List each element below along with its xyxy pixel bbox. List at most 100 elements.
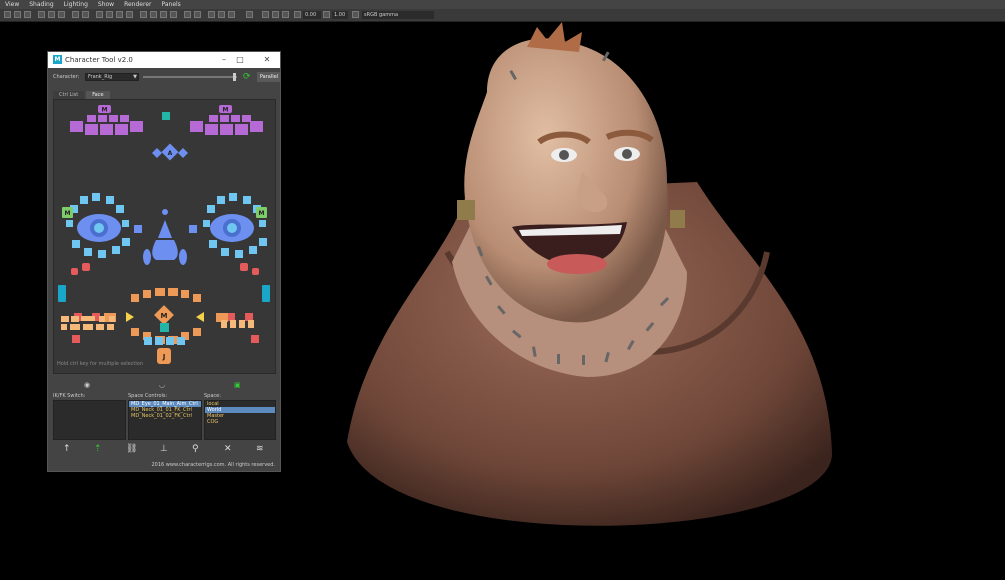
exposure-icon[interactable] bbox=[294, 11, 301, 18]
eye-ring-ctrl[interactable] bbox=[80, 196, 88, 204]
refresh-icon[interactable]: ⟳ bbox=[243, 72, 251, 82]
colorspace-select[interactable]: sRGB gamma bbox=[362, 11, 434, 19]
eye-ring-ctrl[interactable] bbox=[72, 240, 80, 248]
eye-ring-ctrl[interactable] bbox=[106, 196, 114, 204]
film-gate-icon[interactable] bbox=[48, 11, 55, 18]
nose-tip-ctrl[interactable] bbox=[152, 240, 178, 260]
brow-ctrl[interactable] bbox=[205, 124, 218, 135]
key-all-icon[interactable]: ▣ bbox=[234, 381, 241, 389]
brow-ctrl[interactable] bbox=[100, 124, 113, 135]
camera-attr-icon[interactable] bbox=[272, 11, 279, 18]
nostril-left[interactable] bbox=[143, 249, 151, 265]
stereo-icon[interactable] bbox=[262, 11, 269, 18]
resolution-gate-icon[interactable] bbox=[58, 11, 65, 18]
smooth-shade-icon[interactable] bbox=[126, 11, 133, 18]
eye-ring-ctrl[interactable] bbox=[259, 238, 267, 246]
gamma-field[interactable]: 1.00 bbox=[332, 11, 348, 19]
brow-ctrl[interactable] bbox=[235, 124, 248, 135]
eye-ring-ctrl[interactable] bbox=[229, 193, 237, 201]
nose-controls[interactable] bbox=[143, 209, 187, 265]
menu-view[interactable]: View bbox=[0, 1, 24, 8]
brow-ctrl[interactable] bbox=[231, 115, 240, 122]
space-control-item[interactable]: MD_Neck_01_02_FK_Ctrl bbox=[129, 413, 201, 419]
cheek-ctrl[interactable] bbox=[240, 263, 248, 271]
head-ctrl[interactable] bbox=[162, 112, 170, 120]
camera-icon[interactable] bbox=[4, 11, 11, 18]
ikfk-list[interactable] bbox=[53, 400, 126, 440]
eye-ring-ctrl[interactable] bbox=[112, 246, 120, 254]
iris-ctrl[interactable] bbox=[227, 223, 237, 233]
brow-ctrl[interactable] bbox=[109, 115, 118, 122]
reset-curve-icon[interactable]: ◡ bbox=[159, 381, 165, 389]
isolate-icon[interactable] bbox=[208, 11, 215, 18]
color-manage-icon[interactable] bbox=[352, 11, 359, 18]
menu-panels[interactable]: Panels bbox=[156, 1, 185, 8]
minimize-icon[interactable]: – bbox=[218, 54, 230, 65]
expand-icon[interactable] bbox=[282, 11, 289, 18]
eye-corner-ctrl[interactable] bbox=[134, 225, 142, 233]
lip-ctrl[interactable] bbox=[181, 290, 189, 298]
brow-ctrl[interactable] bbox=[98, 115, 107, 122]
teeth-ctrl[interactable] bbox=[83, 324, 93, 330]
eye-ring-ctrl[interactable] bbox=[122, 238, 130, 246]
cheek-ctrl[interactable] bbox=[252, 268, 259, 275]
shadows-icon[interactable] bbox=[160, 11, 167, 18]
brow-ctrl[interactable] bbox=[250, 121, 263, 132]
brow-ctrl[interactable] bbox=[70, 121, 83, 132]
teeth-ctrl[interactable] bbox=[61, 324, 67, 330]
teeth-ctrl[interactable] bbox=[239, 320, 245, 328]
eye-corner-ctrl[interactable] bbox=[189, 225, 197, 233]
character-slider[interactable] bbox=[143, 76, 237, 78]
menu-renderer[interactable]: Renderer bbox=[119, 1, 156, 8]
select-child-icon[interactable]: ⇡ bbox=[94, 444, 102, 454]
grid-icon[interactable] bbox=[38, 11, 45, 18]
brow-ctrl[interactable] bbox=[209, 115, 218, 122]
brow-ctrl[interactable] bbox=[220, 115, 229, 122]
eye-ring-ctrl[interactable] bbox=[92, 193, 100, 201]
motion-blur-icon[interactable] bbox=[184, 11, 191, 18]
teeth-ctrl[interactable] bbox=[107, 324, 114, 330]
nose-bridge-ctrl[interactable] bbox=[162, 209, 168, 215]
brow-ctrl[interactable] bbox=[87, 115, 96, 122]
maximize-icon[interactable]: □ bbox=[234, 54, 246, 65]
tab-ctrl-list[interactable]: Ctrl List bbox=[53, 91, 85, 99]
xray-joints-icon[interactable] bbox=[228, 11, 235, 18]
bookmark-icon[interactable] bbox=[14, 11, 21, 18]
eye-ring-ctrl[interactable] bbox=[122, 220, 129, 227]
stamp-icon[interactable]: ⊥ bbox=[160, 444, 168, 454]
teeth-ctrl[interactable] bbox=[71, 316, 79, 322]
nose-ctrl-right[interactable] bbox=[178, 148, 188, 158]
eye-left[interactable]: M bbox=[62, 193, 142, 258]
eye-ring-ctrl[interactable] bbox=[259, 220, 266, 227]
close-icon[interactable]: ✕ bbox=[261, 54, 273, 65]
tongue-chain-ctrl[interactable] bbox=[177, 337, 185, 345]
teeth-ctrl[interactable] bbox=[230, 320, 236, 328]
eye-ring-ctrl[interactable] bbox=[249, 246, 257, 254]
nostril-right[interactable] bbox=[179, 249, 187, 265]
menu-show[interactable]: Show bbox=[93, 1, 119, 8]
teeth-ctrl[interactable] bbox=[96, 324, 104, 330]
slider-handle[interactable] bbox=[233, 73, 236, 81]
field-chart-icon[interactable] bbox=[82, 11, 89, 18]
brow-ctrl[interactable] bbox=[120, 115, 129, 122]
select-parent-icon[interactable]: ↑ bbox=[63, 444, 71, 454]
space-list[interactable]: local World Master COG bbox=[204, 400, 276, 440]
eye-ring-ctrl[interactable] bbox=[243, 196, 251, 204]
antialias-icon[interactable] bbox=[194, 11, 201, 18]
brow-ctrl[interactable] bbox=[242, 115, 251, 122]
eye-visibility-icon[interactable]: ◉ bbox=[84, 381, 90, 389]
brow-ctrl[interactable] bbox=[190, 121, 203, 132]
eye-ring-ctrl[interactable] bbox=[116, 205, 124, 213]
tab-face[interactable]: Face bbox=[86, 91, 110, 99]
eye-ring-ctrl[interactable] bbox=[66, 220, 73, 227]
link-icon[interactable]: ⛓ bbox=[126, 444, 137, 454]
teeth-ctrl[interactable] bbox=[248, 320, 254, 328]
eye-right[interactable]: M bbox=[189, 193, 267, 258]
cheek-ctrl[interactable] bbox=[71, 268, 78, 275]
safe-action-icon[interactable] bbox=[96, 11, 103, 18]
brow-ctrl[interactable] bbox=[115, 124, 128, 135]
eye-ring-ctrl[interactable] bbox=[217, 196, 225, 204]
brow-controls-right[interactable]: M bbox=[190, 105, 263, 135]
teeth-ctrl[interactable] bbox=[70, 324, 80, 330]
lip-ctrl[interactable] bbox=[155, 288, 165, 296]
